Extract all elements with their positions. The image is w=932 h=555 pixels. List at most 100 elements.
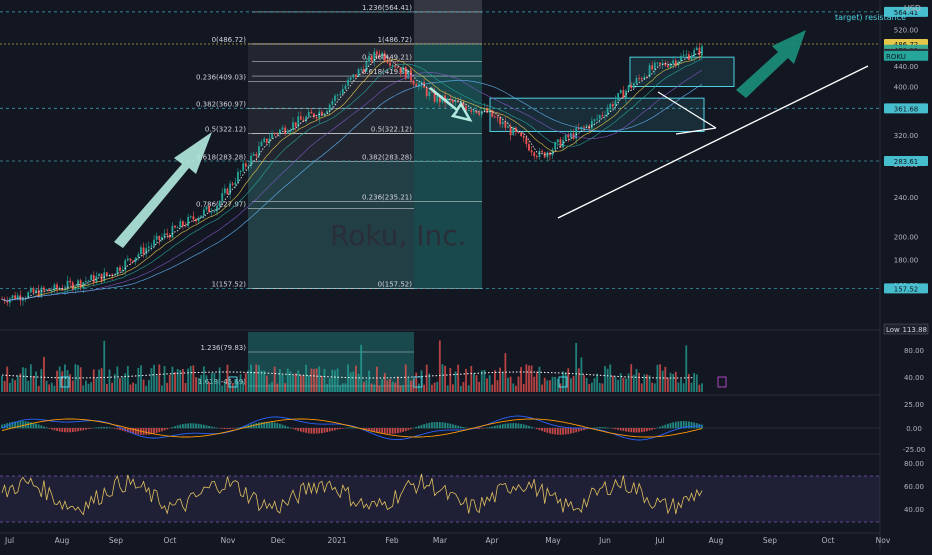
candle-body <box>174 226 176 228</box>
volume-bar <box>379 385 381 392</box>
macd-histogram-bar <box>546 428 548 433</box>
candle-body <box>525 138 527 144</box>
volume-bar <box>85 381 87 392</box>
macd-histogram-bar <box>282 425 284 429</box>
candle-body <box>213 211 215 212</box>
volume-bar <box>641 383 643 392</box>
candle-body <box>295 122 297 126</box>
volume-bar <box>502 372 504 392</box>
volume-bar <box>130 384 132 392</box>
volume-bar <box>352 372 354 392</box>
candle-body <box>455 101 457 102</box>
macd-histogram-bar <box>633 428 635 432</box>
volume-bar <box>234 379 236 392</box>
macd-histogram-bar <box>200 424 202 428</box>
macd-histogram-bar <box>19 421 21 428</box>
volume-bar <box>4 381 6 392</box>
fib-zone-right-top <box>414 0 482 44</box>
macd-histogram-bar <box>185 424 187 429</box>
volume-bar <box>381 379 383 392</box>
candle-body <box>242 163 244 170</box>
macd-histogram-bar <box>536 428 538 429</box>
volume-bar <box>316 368 318 392</box>
rsi-tick-2: 40.00 <box>904 506 924 514</box>
macd-histogram-bar <box>651 428 653 430</box>
volume-bar <box>347 364 349 392</box>
volume-bar <box>575 343 577 392</box>
volume-bar <box>402 385 404 392</box>
macd-histogram-bar <box>310 428 312 434</box>
volume-bar <box>310 369 312 392</box>
y-tick-label-7: 400.00 <box>894 83 919 91</box>
candle-body <box>337 95 339 96</box>
volume-bar <box>536 372 538 392</box>
macd-histogram-bar <box>491 426 493 428</box>
candle-body <box>507 126 509 127</box>
candle-body <box>366 62 368 72</box>
volume-bar <box>683 383 685 392</box>
macd-histogram-bar <box>318 428 320 433</box>
volume-bar <box>54 386 56 392</box>
volume-bar <box>148 380 150 392</box>
macd-histogram-bar <box>174 426 176 428</box>
candle-body <box>539 151 541 157</box>
volume-bar <box>269 384 271 392</box>
x-tick-label-8: Mar <box>433 536 448 545</box>
y-tick-label-8: 440.00 <box>894 63 919 71</box>
candle-body <box>528 144 530 150</box>
macd-histogram-bar <box>326 428 328 432</box>
macd-histogram-bar <box>447 423 449 428</box>
volume-bar <box>628 373 630 392</box>
macd-histogram-bar <box>573 428 575 433</box>
volume-bar <box>615 377 617 392</box>
volume-bar <box>22 367 24 392</box>
macd-histogram-bar <box>630 428 632 432</box>
volume-bar <box>520 367 522 392</box>
volume-bar <box>56 371 58 392</box>
macd-histogram-bar <box>675 422 677 429</box>
volume-bar <box>266 376 268 392</box>
macd-histogram-bar <box>161 428 163 431</box>
macd-histogram-bar <box>56 428 58 431</box>
macd-histogram-bar <box>261 422 263 428</box>
candle-body <box>400 68 402 73</box>
macd-histogram-bar <box>54 428 56 430</box>
macd-histogram-bar <box>557 428 559 435</box>
macd-histogram-bar <box>80 428 82 431</box>
candle-body <box>140 247 142 254</box>
volume-bar <box>460 386 462 392</box>
macd-histogram-bar <box>554 428 556 434</box>
candle-body <box>153 240 155 246</box>
macd-histogram-bar <box>213 427 215 428</box>
macd-histogram-bar <box>649 428 651 431</box>
macd-histogram-bar <box>636 428 638 432</box>
macd-histogram-bar <box>158 428 160 432</box>
candle-body <box>240 171 242 172</box>
macd-histogram-bar <box>72 428 74 432</box>
macd-histogram-bar <box>596 427 598 428</box>
macd-histogram-bar <box>206 425 208 428</box>
volume-bar <box>664 367 666 392</box>
volume-bar <box>625 378 627 392</box>
volume-bar <box>276 384 278 392</box>
volume-bar <box>255 364 257 392</box>
volume-bar <box>651 383 653 392</box>
volume-bar <box>447 385 449 392</box>
volume-bar <box>98 370 100 392</box>
volume-bar <box>698 385 700 392</box>
volume-bar <box>622 378 624 392</box>
volume-bar <box>518 377 520 392</box>
x-tick-label-11: Jun <box>598 536 611 545</box>
macd-histogram-bar <box>691 422 693 428</box>
target-resistance-label: target) resistance <box>835 13 906 22</box>
macd-histogram-bar <box>308 428 310 433</box>
volume-bar <box>59 367 61 392</box>
candle-body <box>106 272 108 275</box>
candle-body <box>342 89 344 94</box>
volume-bar <box>6 367 8 392</box>
candle-body <box>696 48 698 51</box>
fib2-level-label-6: 1(157.52) <box>212 280 247 288</box>
macd-histogram-bar <box>297 428 299 431</box>
macd-histogram-bar <box>643 428 645 432</box>
volume-bar <box>69 374 71 392</box>
